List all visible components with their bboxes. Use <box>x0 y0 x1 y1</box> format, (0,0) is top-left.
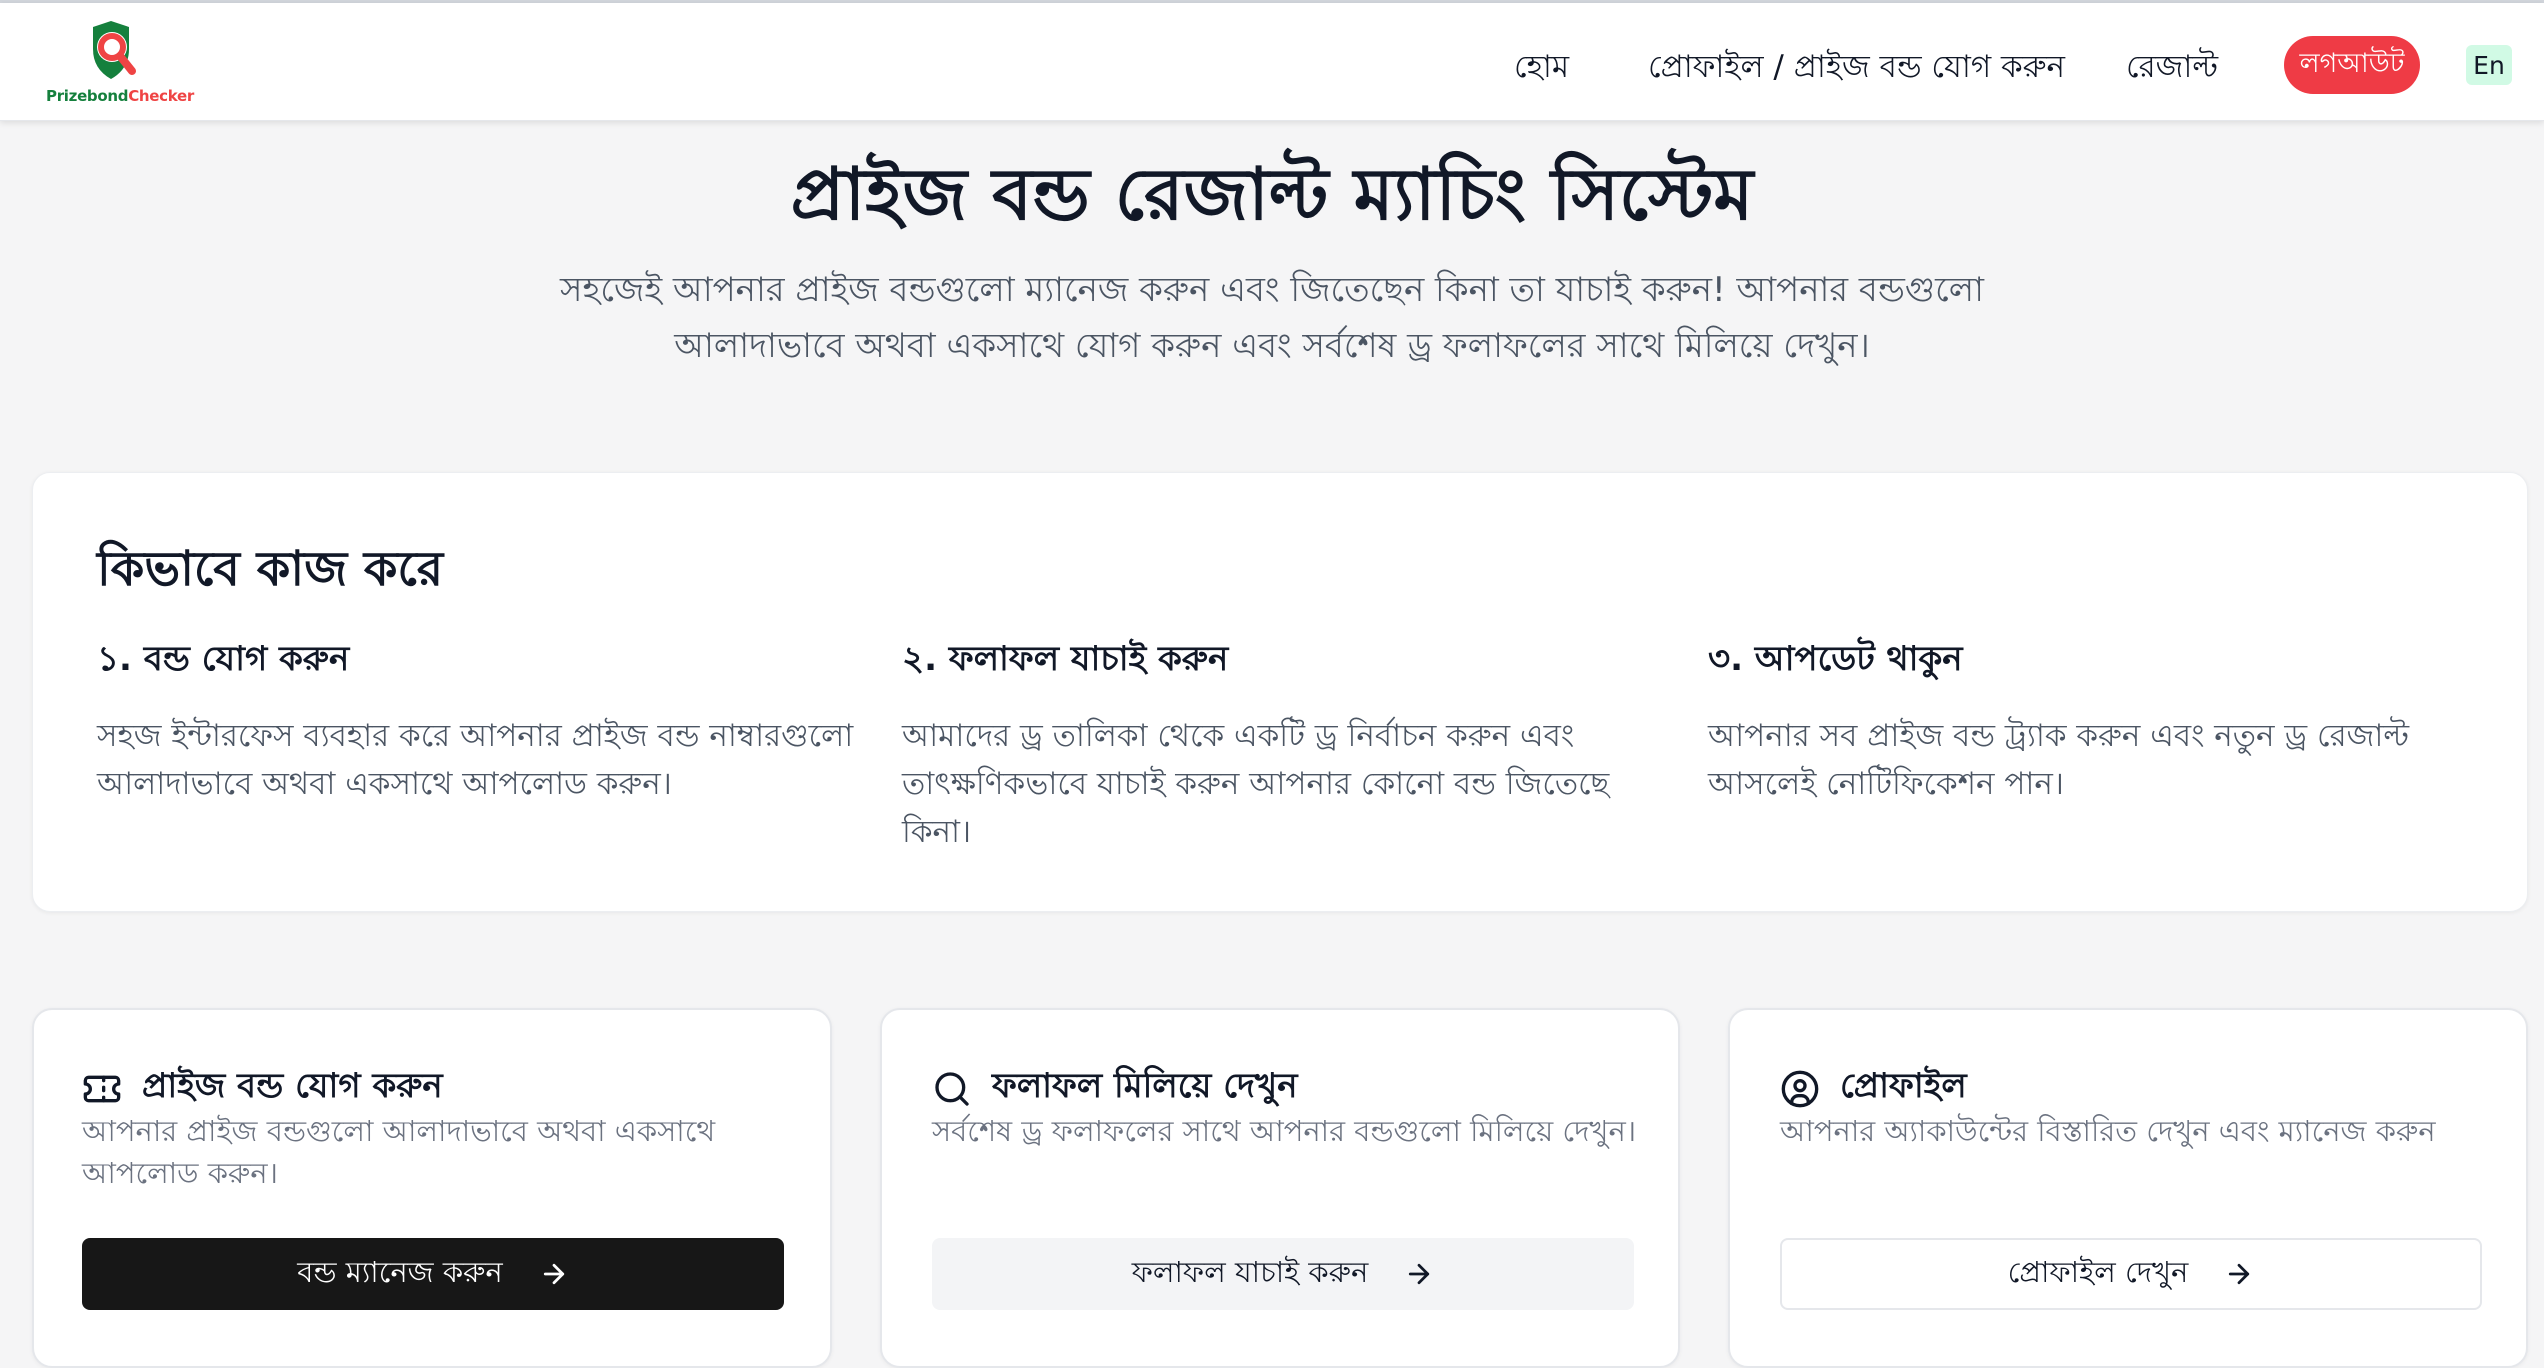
manage-bonds-button[interactable]: বন্ড ম্যানেজ করুন <box>82 1238 784 1310</box>
card-description: সর্বশেষ ড্র ফলাফলের সাথে আপনার বন্ডগুলো … <box>932 1114 1637 1148</box>
arrow-right-icon <box>543 1263 564 1285</box>
magnifier-shield-icon <box>93 21 136 79</box>
add-bond-card: প্রাইজ বন্ড যোগ করুন আপনার প্রাইজ বন্ডগু… <box>32 1008 832 1368</box>
how-it-works-title: কিভাবে কাজ করে <box>97 541 444 597</box>
nav-results[interactable]: রেজাল্ট <box>2126 43 2218 95</box>
step-description: সহজ ইন্টারফেস ব্যবহার করে আপনার প্রাইজ ব… <box>97 718 854 802</box>
step-description: আমাদের ড্র তালিকা থেকে একটি ড্র নির্বাচন… <box>902 718 1610 850</box>
step-stay-updated: ৩. আপডেট থাকুন আপনার সব প্রাইজ বন্ড ট্র্… <box>1708 633 2468 808</box>
view-profile-button[interactable]: প্রোফাইল দেখুন <box>1780 1238 2482 1310</box>
brand-logo[interactable]: PrizebondChecker <box>46 19 194 111</box>
button-label: ফলাফল যাচাই করুন <box>1131 1254 1369 1289</box>
profile-card: প্রোফাইল আপনার অ্যাকাউন্টের বিস্তারিত দে… <box>1728 1008 2528 1368</box>
card-description: আপনার অ্যাকাউন্টের বিস্তারিত দেখুন এবং ম… <box>1780 1114 2436 1148</box>
card-header: ফলাফল মিলিয়ে দেখুন <box>932 1060 1298 1117</box>
page-title: প্রাইজ বন্ড রেজাল্ট ম্যাচিং সিস্টেম <box>790 152 1754 236</box>
logout-button[interactable]: লগআউট <box>2284 36 2420 94</box>
user-circle-icon <box>1781 1070 1819 1107</box>
step-description: আপনার সব প্রাইজ বন্ড ট্র্যাক করুন এবং নত… <box>1708 718 2410 802</box>
card-header: প্রাইজ বন্ড যোগ করুন <box>82 1060 443 1117</box>
arrow-right-icon <box>1409 1263 1430 1285</box>
button-label: প্রোফাইল দেখুন <box>2007 1254 2189 1289</box>
card-title: প্রাইজ বন্ড যোগ করুন <box>142 1066 443 1106</box>
step-check-result: ২. ফলাফল যাচাই করুন আমাদের ড্র তালিকা থে… <box>902 633 1662 856</box>
language-toggle[interactable]: En <box>2466 45 2512 85</box>
brand-name: PrizebondChecker <box>46 87 194 105</box>
card-header: প্রোফাইল <box>1780 1060 1967 1117</box>
search-icon <box>935 1071 969 1106</box>
step-title: ৩. আপডেট থাকুন <box>1708 639 1963 679</box>
nav-profile[interactable]: প্রোফাইল / প্রাইজ বন্ড যোগ করুন <box>1648 43 2065 95</box>
check-results-button[interactable]: ফলাফল যাচাই করুন <box>932 1238 1634 1310</box>
brand-name-part2: Checker <box>128 87 194 105</box>
top-navbar: PrizebondChecker হোম প্রোফাইল / প্রাইজ ব… <box>0 3 2544 121</box>
card-title: ফলাফল মিলিয়ে দেখুন <box>992 1066 1298 1106</box>
step-add-bond: ১. বন্ড যোগ করুন সহজ ইন্টারফেস ব্যবহার ক… <box>97 633 857 808</box>
card-title: প্রোফাইল <box>1840 1066 1967 1106</box>
card-description: আপনার প্রাইজ বন্ডগুলো আলাদাভাবে অথবা একস… <box>82 1114 716 1190</box>
ticket-icon <box>83 1075 121 1102</box>
nav-home[interactable]: হোম <box>1514 43 1569 95</box>
how-it-works-card: কিভাবে কাজ করে ১. বন্ড যোগ করুন সহজ ইন্ট… <box>32 472 2528 912</box>
brand-name-part1: Prizebond <box>46 87 129 105</box>
step-title: ১. বন্ড যোগ করুন <box>97 639 350 679</box>
arrow-right-icon <box>2229 1263 2250 1285</box>
step-title: ২. ফলাফল যাচাই করুন <box>902 639 1229 679</box>
button-label: বন্ড ম্যানেজ করুন <box>297 1254 503 1289</box>
check-results-card: ফলাফল মিলিয়ে দেখুন সর্বশেষ ড্র ফলাফলের … <box>880 1008 1680 1368</box>
page-subtitle: সহজেই আপনার প্রাইজ বন্ডগুলো ম্যানেজ করুন… <box>560 270 1984 366</box>
